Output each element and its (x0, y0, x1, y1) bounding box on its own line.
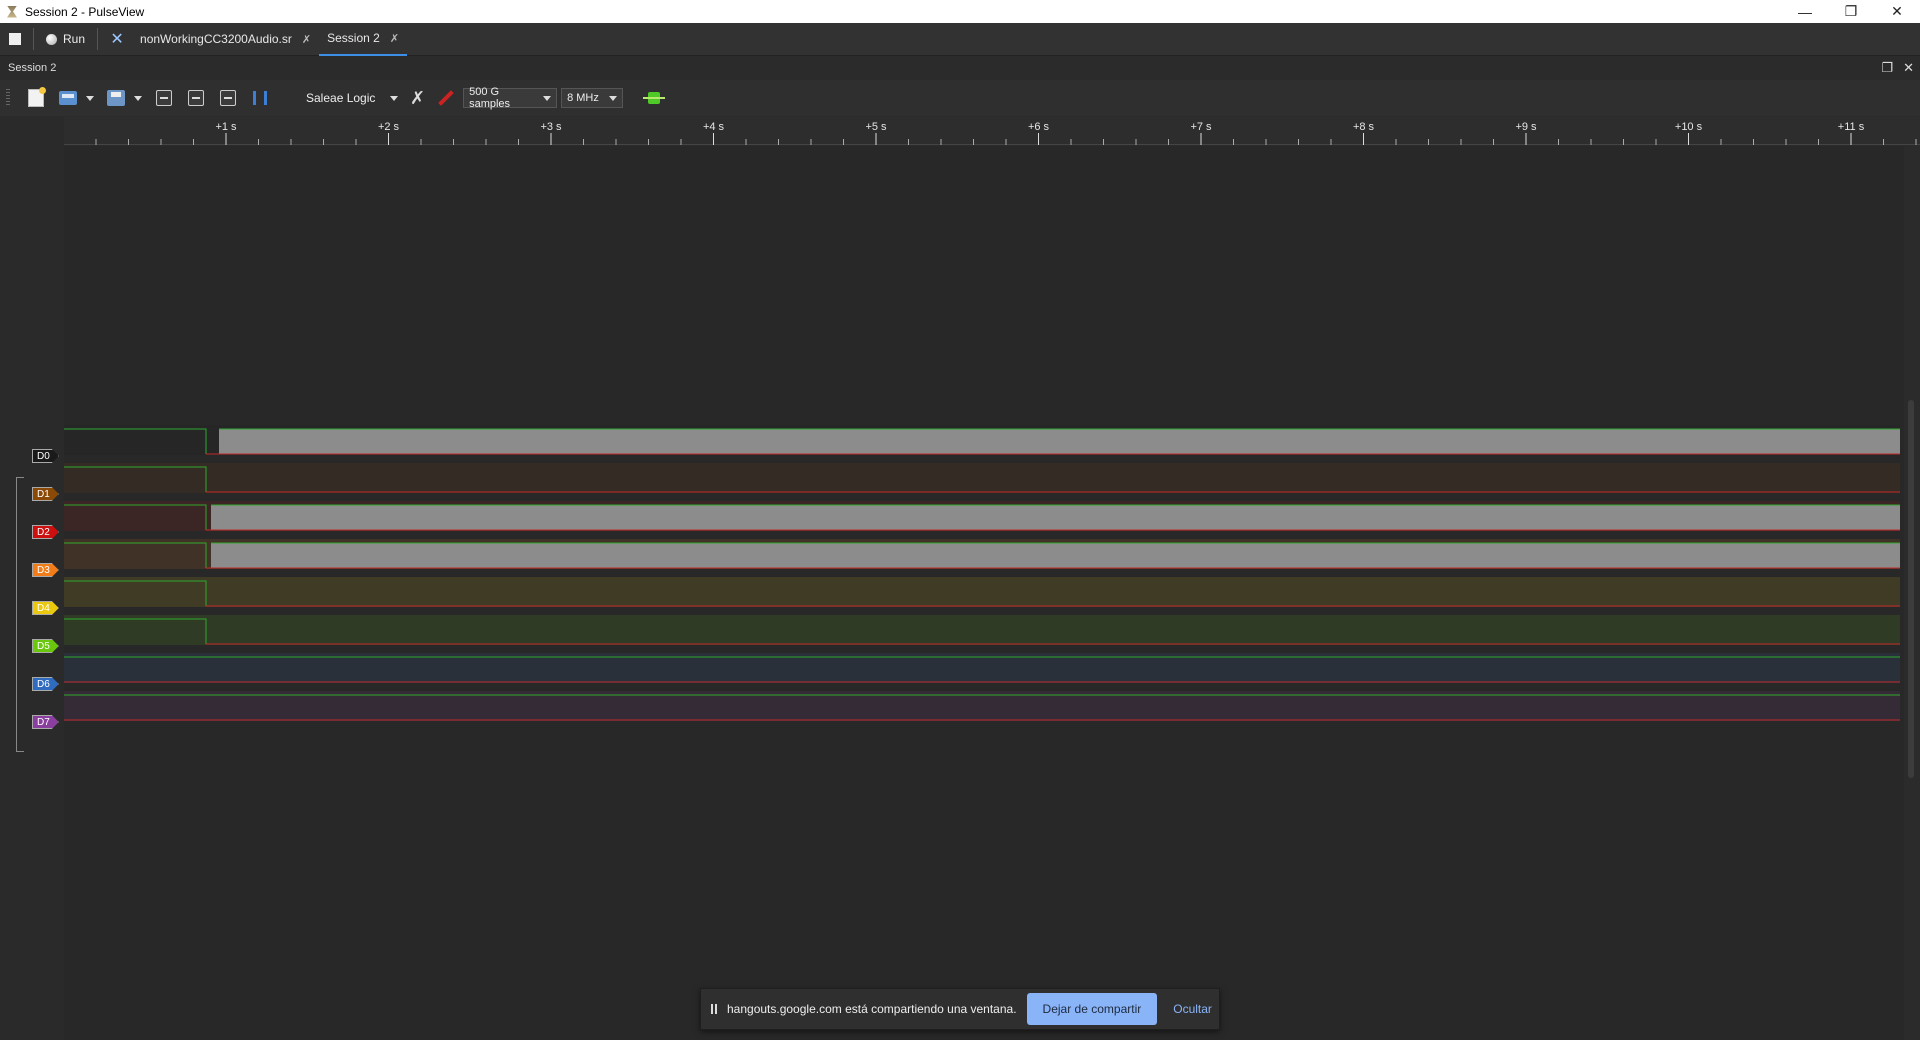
new-file-icon (28, 87, 46, 107)
channel-header-column (0, 117, 64, 1040)
ruler-tick-label: +1 s (215, 121, 237, 133)
samplerate-value: 8 MHz (567, 92, 599, 104)
channel-group-bracket (16, 477, 24, 752)
trace-view[interactable] (64, 146, 1904, 1040)
stop-sharing-button[interactable]: Dejar de compartir (1026, 993, 1158, 1025)
show-cursors-button[interactable] (250, 88, 270, 108)
ruler-tick-label: +9 s (1515, 121, 1537, 133)
zoom-fit-icon (220, 90, 236, 106)
pulseview-logo-icon (5, 5, 19, 19)
ruler-tick-label: +5 s (865, 121, 887, 133)
ruler-tick-label: +3 s (540, 121, 562, 133)
screen-share-notification: hangouts.google.com está compartiendo un… (700, 988, 1220, 1030)
channel-trace-d7 (64, 691, 1900, 721)
close-button[interactable]: ✕ (1874, 0, 1920, 23)
chevron-down-icon (609, 95, 618, 101)
tab-close-icon[interactable]: ✗ (302, 33, 311, 46)
close-dock-icon[interactable]: ✕ (1903, 60, 1914, 76)
sample-count-value: 500 G samples (469, 86, 511, 110)
new-session-button[interactable] (26, 87, 46, 108)
hide-button[interactable]: Ocultar (1167, 1002, 1218, 1016)
ruler-tick-label: +10 s (1675, 121, 1703, 133)
save-button[interactable] (106, 88, 126, 108)
session-tab-bar: Run ✕ nonWorkingCC3200Audio.sr ✗ Session… (0, 23, 1920, 56)
window-title: Session 2 - PulseView (25, 4, 145, 19)
ruler-tick-label: +11 s (1838, 121, 1865, 133)
tab-session-2[interactable]: Session 2 ✗ (319, 23, 408, 56)
channel-trace-d1 (64, 463, 1900, 493)
ruler-tick-label: +8 s (1353, 121, 1375, 133)
window-controls: — ❐ ✕ (1782, 0, 1920, 23)
session-title: Session 2 (8, 62, 57, 74)
device-label: Saleae Logic (306, 91, 376, 105)
zoom-in-button[interactable] (154, 88, 174, 108)
device-selector[interactable]: Saleae Logic (306, 91, 406, 105)
run-label: Run (63, 32, 86, 46)
tab-close-icon[interactable]: ✗ (390, 32, 399, 45)
zoom-out-icon (188, 90, 204, 106)
ruler-tick-label: +7 s (1190, 121, 1212, 133)
open-dropdown-icon[interactable] (86, 95, 94, 101)
probe-icon[interactable] (438, 90, 454, 106)
divider (33, 28, 34, 50)
main-toolbar: Saleae Logic ✗ 500 G samples 8 MHz (0, 80, 1920, 116)
minimize-button[interactable]: — (1782, 0, 1828, 23)
channel-background (64, 577, 1900, 607)
chevron-down-icon (543, 95, 552, 101)
channel-trace-d2 (64, 501, 1900, 531)
channel-trace-d6 (64, 653, 1900, 683)
chevron-down-icon (390, 95, 398, 101)
vertical-scrollbar[interactable] (1908, 400, 1914, 778)
channel-background (64, 463, 1900, 493)
ruler-tick-label: +4 s (703, 121, 725, 133)
zoom-out-button[interactable] (186, 88, 206, 108)
pause-icon (711, 1004, 717, 1014)
float-dock-icon[interactable]: ❐ (1881, 60, 1893, 76)
open-folder-icon (59, 91, 77, 105)
save-icon (107, 90, 125, 106)
divider (97, 28, 99, 50)
add-decoder-icon[interactable] (643, 92, 666, 104)
run-icon (46, 33, 57, 45)
ruler-tick-label: +6 s (1028, 121, 1050, 133)
sample-count-select[interactable]: 500 G samples (463, 86, 558, 110)
open-button[interactable] (58, 88, 78, 108)
time-ruler[interactable]: +1 s +2 s +3 s +4 s +5 s +6 s +7 s +8 s +9 s +10 … (64, 117, 1920, 145)
channel-trace-d0 (64, 425, 1900, 455)
configure-device-icon[interactable]: ✗ (410, 88, 425, 109)
activity-block (211, 505, 1900, 530)
title-bar: Session 2 - PulseView — ❐ ✕ (0, 0, 1920, 23)
save-dropdown-icon[interactable] (134, 95, 142, 101)
samplerate-select[interactable]: 8 MHz (561, 88, 624, 108)
run-button[interactable]: Run (40, 32, 91, 46)
channel-background (64, 615, 1900, 645)
zoom-in-icon (156, 90, 172, 106)
activity-block (219, 429, 1900, 454)
channel-trace-d5 (64, 615, 1900, 645)
session-dock-title: Session 2 ❐ ✕ (0, 57, 1920, 79)
share-message: hangouts.google.com está compartiendo un… (727, 1002, 1017, 1016)
cursor-icon (251, 91, 269, 105)
tab-label: Session 2 (327, 31, 380, 45)
restore-button[interactable]: ❐ (1828, 0, 1874, 23)
toolbar-grip[interactable] (6, 89, 10, 107)
ruler-ticks: +1 s +2 s +3 s +4 s +5 s +6 s +7 s +8 s +9 s +10 … (95, 121, 1917, 145)
zoom-fit-button[interactable] (218, 88, 238, 108)
tab-file[interactable]: nonWorkingCC3200Audio.sr ✗ (132, 23, 319, 56)
channel-trace-d4 (64, 577, 1900, 607)
channel-trace-d3 (64, 539, 1900, 569)
activity-block (211, 543, 1900, 568)
settings-tools-icon[interactable]: ✕ (108, 30, 126, 48)
trace-canvas (64, 425, 1900, 721)
ruler-tick-label: +2 s (378, 121, 400, 133)
stop-icon[interactable] (9, 33, 21, 45)
tab-label: nonWorkingCC3200Audio.sr (140, 32, 292, 46)
